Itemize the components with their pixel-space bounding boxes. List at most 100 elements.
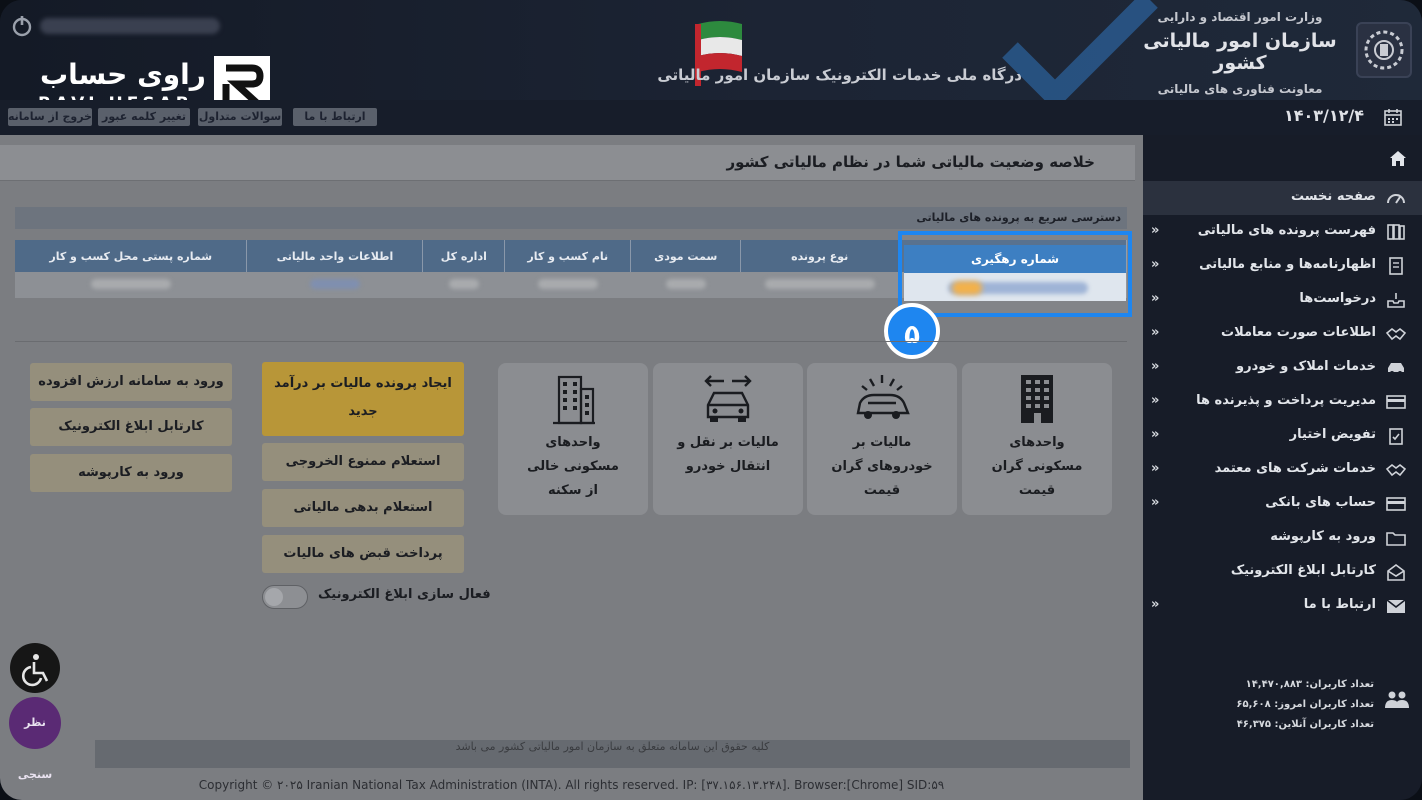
users-icon bbox=[1385, 691, 1409, 708]
sidebar-item-contact[interactable]: ارتباط با ما « bbox=[1143, 589, 1422, 623]
summary-bar: خلاصه وضعیت مالیاتی شما در نظام مالیاتی … bbox=[0, 145, 1135, 181]
e-notice-inbox-button[interactable]: کارتابل ابلاغ الکترونیک bbox=[30, 408, 232, 446]
col-taxpayer-role: سمت مودی bbox=[630, 240, 742, 272]
inbox-icon bbox=[1387, 293, 1405, 308]
tracking-number-blurred-accent bbox=[952, 281, 982, 295]
sidebar-item-label: صفحه نخست bbox=[1291, 189, 1376, 204]
survey-button[interactable]: نظر سنجی bbox=[9, 697, 61, 781]
sidebar-item-label: اظهارنامه‌ها و منابع مالیاتی bbox=[1199, 257, 1376, 272]
stat-today-users: تعداد کاربران امروز: ۶۵,۶۰۸ bbox=[1236, 699, 1374, 710]
highlighted-tracking-cell[interactable] bbox=[904, 273, 1126, 301]
mail-open-icon bbox=[1387, 564, 1405, 581]
envelope-icon bbox=[1386, 599, 1406, 613]
sidebar-item-karposhe[interactable]: ورود به کارپوشه bbox=[1143, 521, 1422, 555]
chevron-left-icon: « bbox=[1151, 291, 1160, 306]
chevron-left-icon: « bbox=[1151, 393, 1160, 408]
sidebar-item-trusted-companies[interactable]: خدمات شرکت های معتمد « bbox=[1143, 453, 1422, 487]
handshake-icon bbox=[1386, 327, 1406, 341]
section-divider bbox=[15, 341, 1127, 342]
tile-label: واحدهای مسکونی گران قیمت bbox=[991, 435, 1083, 498]
col-general-office: اداره کل bbox=[422, 240, 506, 272]
vat-system-button[interactable]: ورود به سامانه ارزش افزوده bbox=[30, 363, 232, 401]
col-postal-code: شماره پستی محل کسب و کار bbox=[15, 240, 248, 272]
tracking-number-highlight: شماره رهگیری bbox=[898, 231, 1132, 317]
org-name: سازمان امور مالیاتی کشور bbox=[1143, 30, 1337, 74]
files-icon bbox=[1387, 224, 1405, 240]
calendar-icon bbox=[1384, 109, 1402, 126]
building-icon bbox=[1021, 375, 1053, 423]
sidebar: صفحه نخست فهرست پرونده های مالیاتی « اظه… bbox=[1143, 135, 1422, 800]
quick-access-title: دسترسی سریع به پرونده های مالیاتی bbox=[15, 207, 1127, 229]
sidebar-item-label: درخواست‌ها bbox=[1299, 291, 1376, 306]
tile-label: واحدهای مسکونی خالی از سکنه bbox=[527, 435, 619, 498]
highlighted-tracking-header: شماره رهگیری bbox=[904, 245, 1126, 273]
sidebar-item-e-notice[interactable]: کارتابل ابلاغ الکترونیک bbox=[1143, 555, 1422, 589]
chevron-left-icon: « bbox=[1151, 223, 1160, 238]
sidebar-item-label: فهرست پرونده های مالیاتی bbox=[1197, 223, 1376, 238]
main-content: خلاصه وضعیت مالیاتی شما در نظام مالیاتی … bbox=[0, 135, 1143, 800]
create-income-tax-file-button[interactable]: ایجاد پرونده مالیات بر درآمد جدید bbox=[262, 362, 464, 436]
car-icon bbox=[1388, 363, 1404, 375]
col-tax-unit-info: اطلاعات واحد مالیاتی bbox=[246, 240, 424, 272]
sidebar-item-home[interactable]: صفحه نخست bbox=[1143, 181, 1422, 215]
sidebar-item-property-car[interactable]: خدمات املاک و خودرو « bbox=[1143, 351, 1422, 385]
pay-tax-bills-button[interactable]: پرداخت قبض های مالیات bbox=[262, 535, 464, 573]
sidebar-item-transactions[interactable]: اطلاعات صورت معاملات « bbox=[1143, 317, 1422, 351]
copyright-text: Copyright © ۲۰۲۵ Iranian National Tax Ad… bbox=[198, 778, 945, 792]
change-password-button[interactable]: تغییر کلمه عبور bbox=[98, 108, 190, 126]
sidebar-item-payments[interactable]: مدیریت پرداخت و پذیرنده ها « bbox=[1143, 385, 1422, 419]
cell-blurred bbox=[15, 272, 247, 298]
tile-label: مالیات بر خودروهای گران قیمت bbox=[831, 435, 933, 498]
dashboard-icon bbox=[1387, 194, 1405, 204]
bank-card-icon bbox=[1386, 497, 1406, 511]
sidebar-item-requests[interactable]: درخواست‌ها « bbox=[1143, 283, 1422, 317]
sidebar-item-declarations[interactable]: اظهارنامه‌ها و منابع مالیاتی « bbox=[1143, 249, 1422, 283]
home-icon[interactable] bbox=[1388, 149, 1408, 167]
tax-org-emblem-icon bbox=[1356, 22, 1412, 78]
exit-ban-inquiry-button[interactable]: استعلام ممنوع الخروجی bbox=[262, 443, 464, 481]
sidebar-item-label: خدمات املاک و خودرو bbox=[1236, 359, 1376, 374]
cell-blurred bbox=[246, 272, 423, 298]
sidebar-item-label: تفویض اختیار bbox=[1289, 427, 1376, 442]
sidebar-item-label: حساب های بانکی bbox=[1265, 495, 1376, 510]
sidebar-item-bank-accounts[interactable]: حساب های بانکی « bbox=[1143, 487, 1422, 521]
accessibility-button[interactable] bbox=[10, 643, 60, 693]
e-notice-toggle[interactable] bbox=[262, 585, 308, 609]
car-transfer-icon bbox=[704, 375, 752, 422]
current-date: ۱۴۰۳/۱۲/۴ bbox=[1283, 106, 1364, 125]
sidebar-item-label: ارتباط با ما bbox=[1303, 597, 1376, 612]
faq-button[interactable]: سوالات متداول bbox=[198, 108, 282, 126]
car-alert-icon bbox=[856, 375, 910, 419]
tile-car-transfer-tax[interactable]: مالیات بر نقل و انتقال خودرو bbox=[653, 363, 803, 515]
card-icon bbox=[1386, 395, 1406, 409]
org-title-block: وزارت امور اقتصاد و دارایی سازمان امور م… bbox=[1130, 10, 1350, 96]
portal-title: درگاه ملی خدمات الکترونیک سازمان امور ما… bbox=[657, 66, 1022, 84]
tile-vacant-homes[interactable]: واحدهای مسکونی خالی از سکنه bbox=[498, 363, 648, 515]
sidebar-item-label: خدمات شرکت های معتمد bbox=[1214, 461, 1376, 476]
e-notice-toggle-label: فعال سازی ابلاغ الکترونیک bbox=[318, 587, 491, 602]
tile-luxury-cars-tax[interactable]: مالیات بر خودروهای گران قیمت bbox=[807, 363, 957, 515]
karposhe-login-button[interactable]: ورود به کارپوشه bbox=[30, 454, 232, 492]
deputy-name: معاونت فناوری های مالیاتی bbox=[1157, 82, 1323, 96]
col-file-type: نوع پرونده bbox=[740, 240, 900, 272]
user-name-blurred bbox=[40, 18, 220, 34]
cell-blurred bbox=[422, 272, 505, 298]
sidebar-item-delegation[interactable]: تفویض اختیار « bbox=[1143, 419, 1422, 453]
footer-notice: کلیه حقوق این سامانه متعلق به سازمان امو… bbox=[95, 740, 1130, 768]
chevron-left-icon: « bbox=[1151, 461, 1160, 476]
power-icon[interactable] bbox=[10, 14, 34, 38]
stat-online-users: تعداد کاربران آنلاین: ۴۶,۳۷۵ bbox=[1236, 719, 1374, 730]
chevron-left-icon: « bbox=[1151, 257, 1160, 272]
logout-button[interactable]: خروج از سامانه bbox=[8, 108, 92, 126]
user-stats: تعداد کاربران: ۱۴,۴۷۰,۸۸۳ تعداد کاربران … bbox=[1236, 675, 1374, 735]
tile-luxury-homes[interactable]: واحدهای مسکونی گران قیمت bbox=[962, 363, 1112, 515]
logo-text-fa: راوی حساب bbox=[40, 58, 207, 91]
clipboard-check-icon bbox=[1389, 428, 1403, 445]
contact-button[interactable]: ارتباط با ما bbox=[293, 108, 377, 126]
cell-blurred bbox=[740, 272, 899, 298]
chevron-left-icon: « bbox=[1151, 325, 1160, 340]
sidebar-item-tax-files[interactable]: فهرست پرونده های مالیاتی « bbox=[1143, 215, 1422, 249]
tile-label: مالیات بر نقل و انتقال خودرو bbox=[677, 435, 779, 474]
apartment-icon bbox=[553, 375, 595, 425]
tax-debt-inquiry-button[interactable]: استعلام بدهی مالیاتی bbox=[262, 489, 464, 527]
